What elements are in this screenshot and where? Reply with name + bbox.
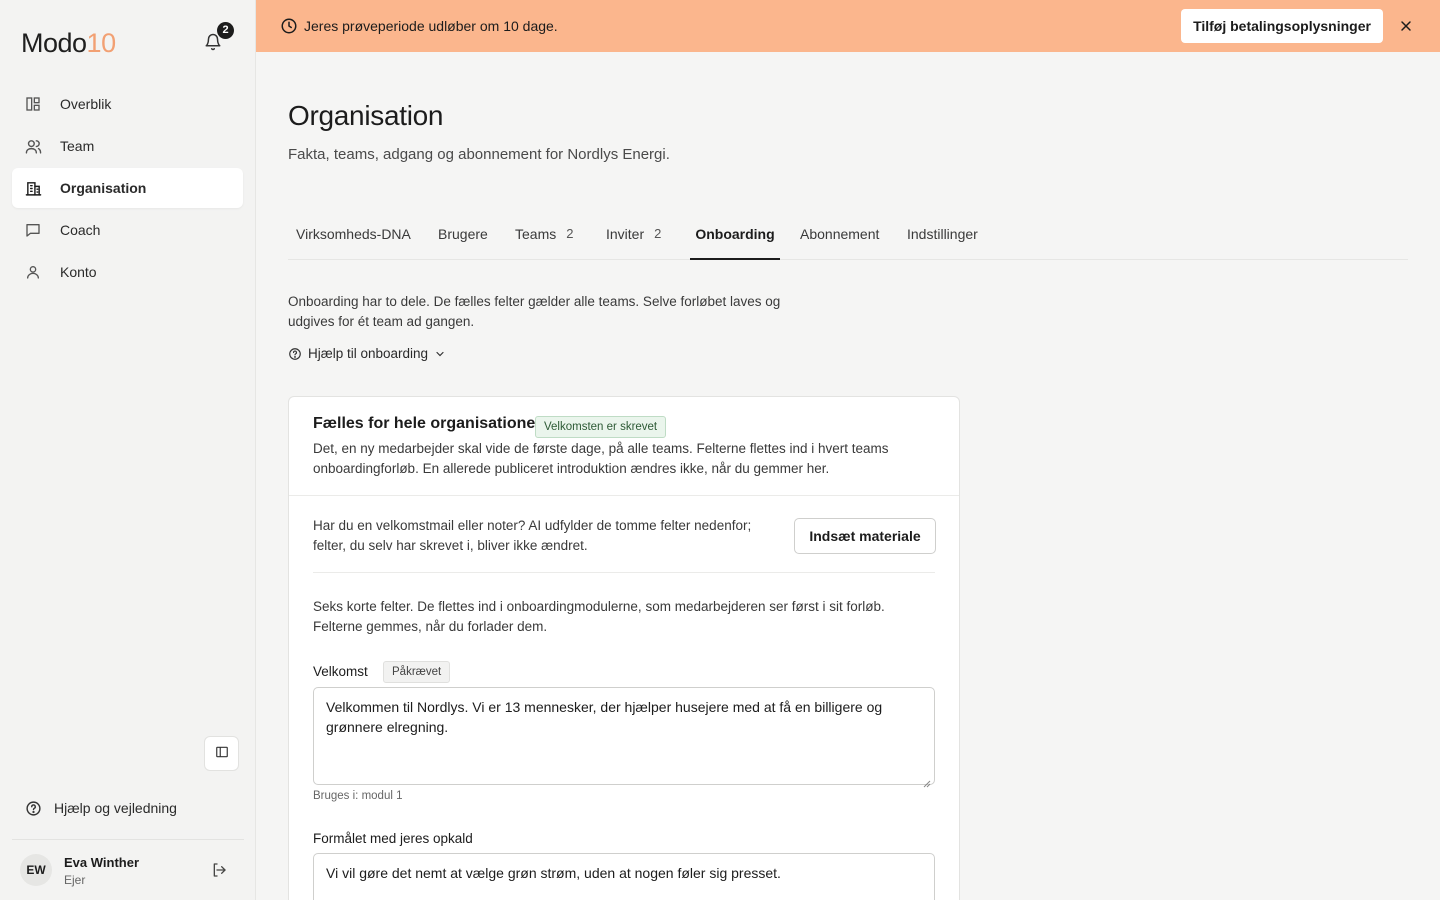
- ai-fill-description: Har du en velkomstmail eller noter? AI u…: [313, 518, 752, 553]
- help-circle-icon: [24, 799, 42, 817]
- page-title: Organisation: [288, 100, 444, 131]
- tab-label: Virksomheds-DNA: [296, 226, 411, 242]
- tab-label: Indstillinger: [907, 226, 978, 242]
- tab-label: Teams: [515, 226, 557, 242]
- required-badge: Påkrævet: [383, 661, 451, 683]
- help-link-label: Hjælp og vejledning: [54, 800, 177, 816]
- tab-abonnement[interactable]: Abonnement: [800, 216, 879, 260]
- sidebar-item-label: Konto: [60, 264, 97, 280]
- banner-message: Jeres prøveperiode udløber om 10 dage.: [304, 18, 558, 34]
- sidebar: Modo10 2 Overblik Team Organisation Coac…: [0, 0, 256, 900]
- avatar[interactable]: EW: [20, 854, 52, 886]
- tab-label: Abonnement: [800, 226, 880, 242]
- tab-virksomheds-dna[interactable]: Virksomheds-DNA: [296, 216, 411, 260]
- collapse-sidebar-button[interactable]: [204, 736, 239, 771]
- tab-label: Brugere: [438, 226, 488, 242]
- tab-inviter[interactable]: Inviter 2: [606, 216, 661, 260]
- add-payment-button[interactable]: Tilføj betalingsoplysninger: [1181, 9, 1383, 43]
- sidebar-toggle-icon: [215, 745, 229, 762]
- divider: [289, 495, 959, 496]
- tab-indstillinger[interactable]: Indstillinger: [907, 216, 978, 260]
- onboarding-intro: Onboarding har to dele. De fælles felter…: [288, 294, 781, 329]
- help-circle-icon: [288, 347, 302, 361]
- field-label-formaal: Formålet med jeres opkald: [313, 831, 473, 846]
- clock-icon: [280, 17, 298, 35]
- chevron-down-icon: [434, 348, 446, 360]
- user-name: Eva Winther: [64, 855, 140, 870]
- textarea-value: Velkommen til Nordlys. Vi er 13 menneske…: [326, 699, 883, 735]
- sidebar-item-label: Organisation: [60, 180, 147, 196]
- divider: [313, 572, 935, 573]
- tab-bar: Virksomheds-DNA Brugere Teams 2 Inviter 2 …: [288, 216, 1408, 260]
- sidebar-item-label: Team: [60, 138, 95, 154]
- help-link[interactable]: Hjælp og vejledning: [24, 799, 177, 817]
- tab-onboarding[interactable]: Onboarding: [690, 216, 780, 260]
- sidebar-item-label: Overblik: [60, 96, 112, 112]
- resize-handle-icon[interactable]: [923, 773, 931, 788]
- formaal-textarea[interactable]: Vi vil gøre det nemt at vælge grøn strøm…: [313, 853, 935, 900]
- layout-icon: [24, 95, 42, 113]
- tab-label: Inviter: [606, 226, 645, 242]
- app-logo[interactable]: Modo10: [21, 28, 116, 59]
- card-title: Fælles for hele organisationen: [313, 415, 546, 432]
- field-usage-note: Bruges i: modul 1: [313, 790, 403, 802]
- sidebar-item-organisation[interactable]: Organisation: [12, 168, 243, 208]
- velkomst-textarea[interactable]: Velkommen til Nordlys. Vi er 13 menneske…: [313, 687, 935, 788]
- textarea-value: Vi vil gøre det nemt at vælge grøn strøm…: [326, 865, 781, 881]
- field-label-velkomst: Velkomst: [313, 664, 368, 679]
- building-icon: [24, 179, 42, 197]
- chat-icon: [24, 221, 42, 239]
- users-icon: [24, 137, 42, 155]
- user-icon: [24, 263, 42, 281]
- card-description: Det, en ny medarbejder skal vide de førs…: [313, 441, 889, 476]
- trial-banner: Jeres prøveperiode udløber om 10 dage. T…: [256, 0, 1440, 52]
- tab-label: Onboarding: [695, 226, 775, 242]
- sidebar-item-team[interactable]: Team: [12, 126, 243, 166]
- notification-count-badge: 2: [217, 22, 234, 39]
- tab-count: 2: [566, 226, 574, 241]
- sidebar-item-label: Coach: [60, 222, 101, 238]
- logout-icon[interactable]: [211, 862, 227, 878]
- sidebar-nav: Overblik Team Organisation Coach Konto: [12, 84, 243, 294]
- user-role: Ejer: [64, 873, 86, 887]
- help-toggle-label: Hjælp til onboarding: [308, 346, 429, 361]
- tab-count: 2: [654, 226, 662, 241]
- divider: [12, 839, 244, 840]
- main-content: Organisation Fakta, teams, adgang og abo…: [256, 52, 1440, 900]
- page-subtitle: Fakta, teams, adgang og abonnement for N…: [288, 146, 670, 163]
- insert-material-button[interactable]: Indsæt materiale: [794, 518, 936, 554]
- sidebar-item-overblik[interactable]: Overblik: [12, 84, 243, 124]
- tab-teams[interactable]: Teams 2: [515, 216, 573, 260]
- shared-onboarding-card: Fælles for hele organisationen Velkomste…: [288, 396, 960, 900]
- onboarding-help-toggle[interactable]: Hjælp til onboarding: [288, 346, 446, 361]
- sidebar-item-coach[interactable]: Coach: [12, 210, 243, 250]
- status-badge: Velkomsten er skrevet: [535, 416, 667, 438]
- fields-description: Seks korte felter. De flettes ind i onbo…: [313, 599, 885, 634]
- close-icon[interactable]: [1398, 18, 1414, 34]
- sidebar-item-konto[interactable]: Konto: [12, 252, 243, 292]
- tab-brugere[interactable]: Brugere: [438, 216, 488, 260]
